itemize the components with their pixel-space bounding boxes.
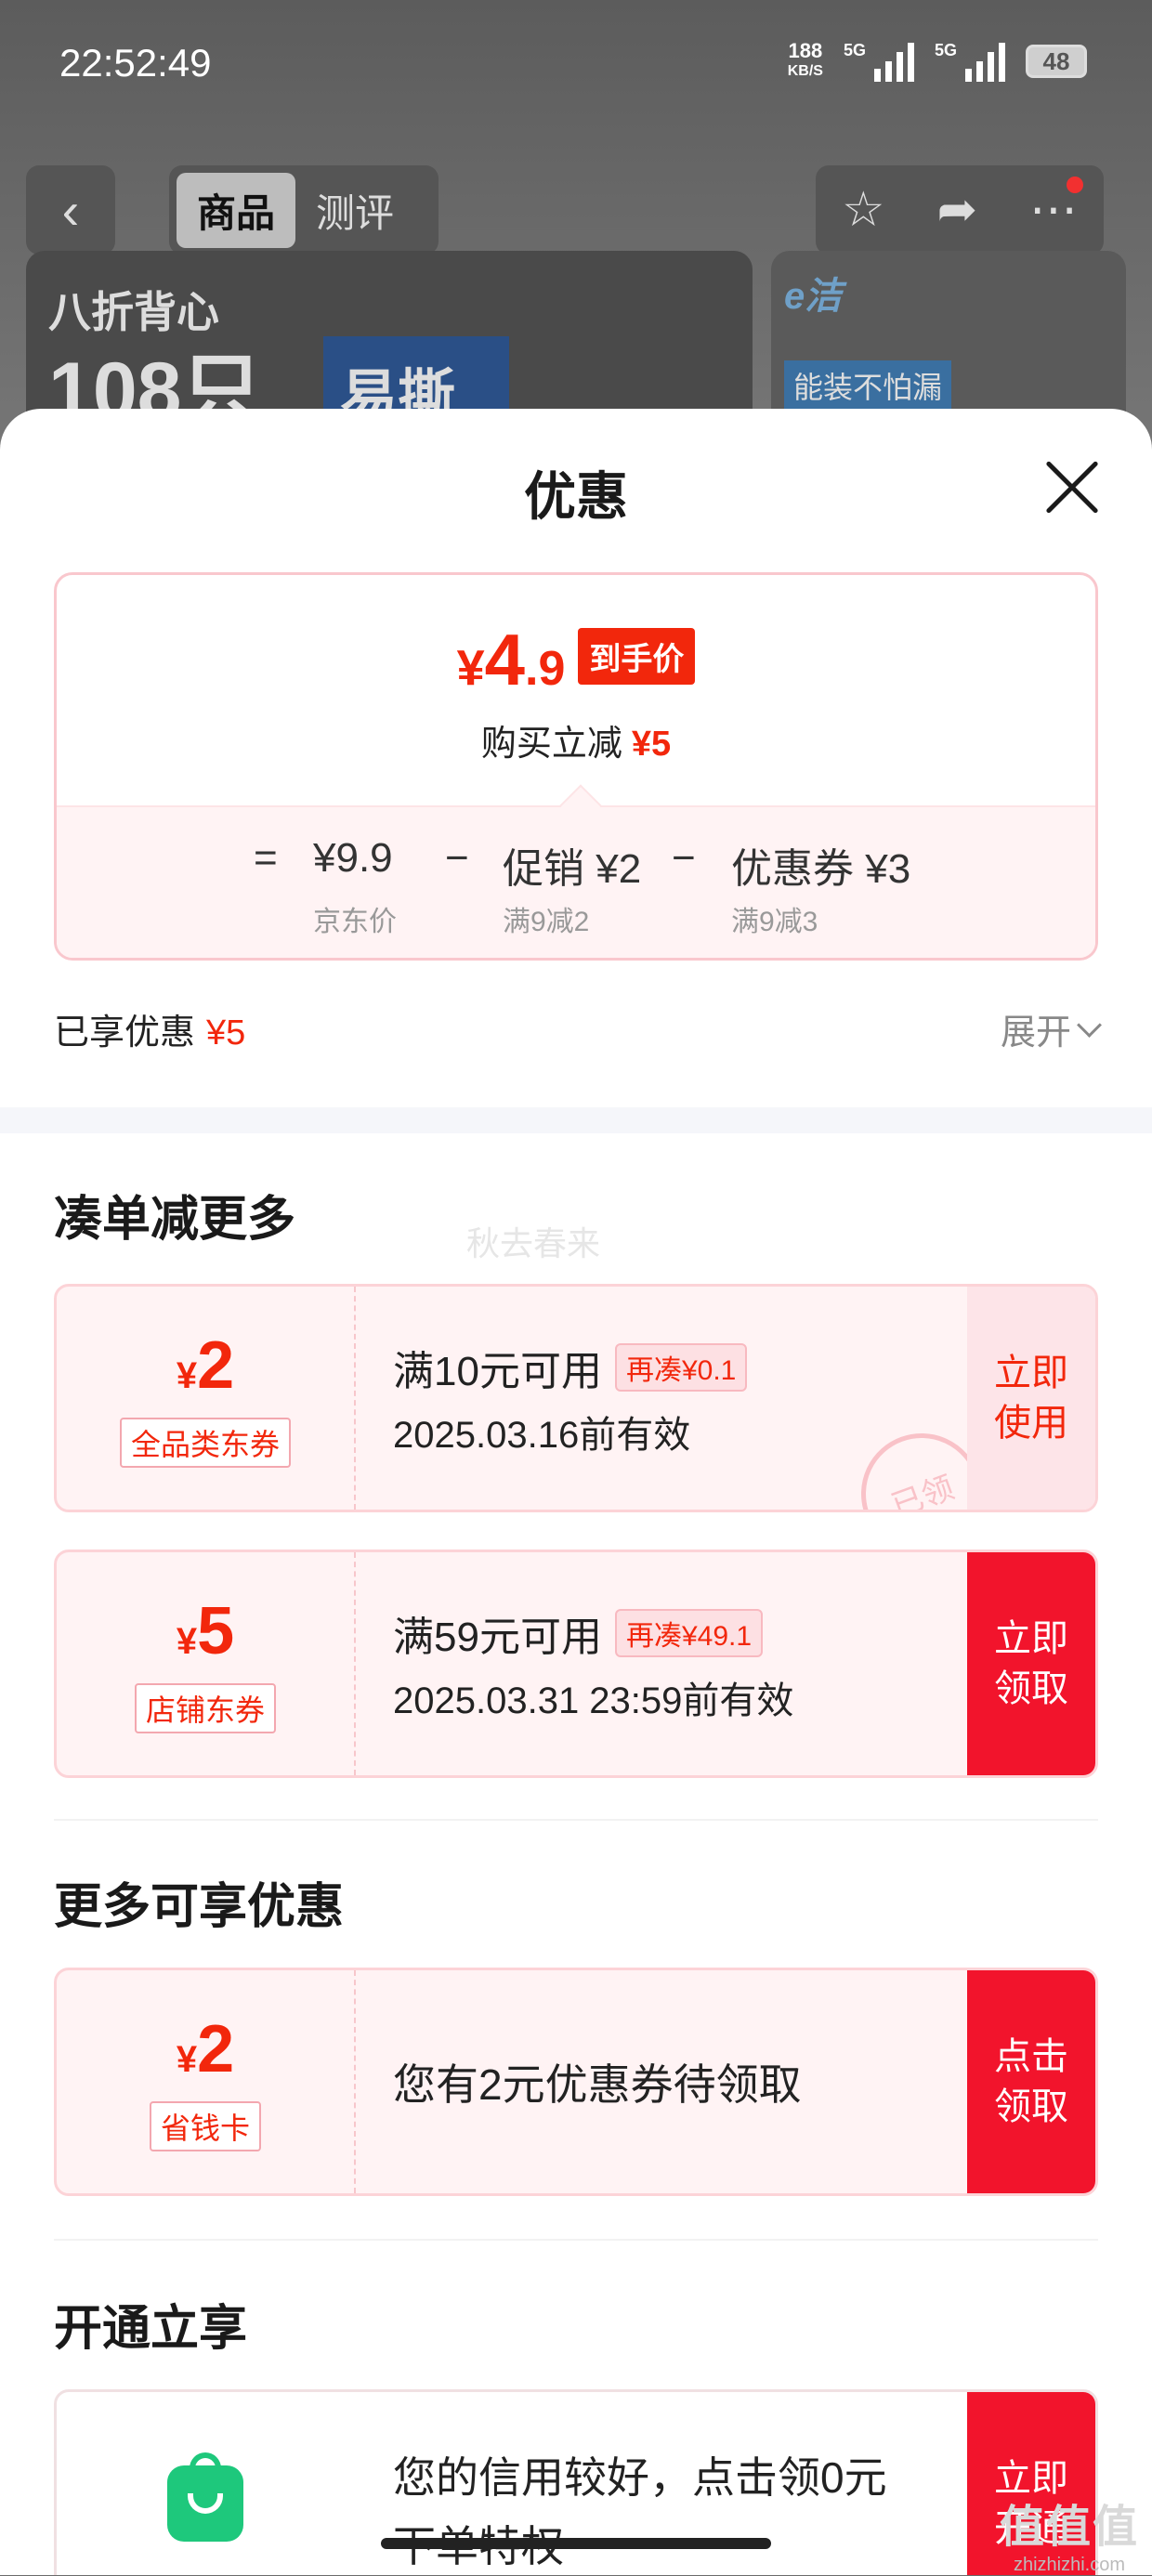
brand-logo: e洁 bbox=[784, 276, 843, 317]
use-now-button[interactable]: 立即 使用 bbox=[967, 1287, 1095, 1510]
coupon-info: 满59元可用 再凑¥49.1 2025.03.31 23:59前有效 bbox=[393, 1552, 793, 1775]
discount-sheet: 优惠 ¥4.9 到手价 购买立减 ¥5 = ¥9.9 京东价 − 促销 ¥2 满9… bbox=[0, 409, 1152, 2575]
coupon-amount: ¥2 bbox=[177, 1329, 234, 1412]
expand-label: 展开 bbox=[1000, 1013, 1071, 1053]
price-yen: ¥ bbox=[456, 640, 485, 696]
coupon-value: ¥2 全品类东券 bbox=[57, 1287, 356, 1510]
coupon-type: 店铺东券 bbox=[134, 1682, 276, 1733]
coupon-gap-pill: 再凑¥49.1 bbox=[614, 1609, 764, 1657]
section-title-more: 更多可享优惠 bbox=[54, 1880, 345, 1934]
section-gap bbox=[0, 1107, 1152, 1133]
coupon-condition-text: 满10元可用 bbox=[393, 1349, 602, 1394]
coupon-condition-text: 满59元可用 bbox=[393, 1615, 602, 1660]
breakdown-coupon-label: 满9减3 bbox=[731, 907, 818, 937]
home-indicator[interactable] bbox=[381, 2538, 771, 2549]
net-speed-value: 188 bbox=[788, 39, 823, 62]
coupon-type: 全品类东券 bbox=[119, 1417, 291, 1468]
signal-icon: 5G bbox=[844, 41, 914, 82]
coupon-amount: ¥5 bbox=[177, 1595, 234, 1678]
signal-icon: 5G bbox=[935, 41, 1005, 82]
coupon-expiry: 2025.03.31 23:59前有效 bbox=[393, 1680, 794, 1721]
chevron-left-icon: ‹ bbox=[61, 180, 80, 240]
price-integer: 4 bbox=[484, 619, 526, 700]
coupon-info: 您有2元优惠券待领取 bbox=[393, 1970, 802, 2193]
enjoyed-discount: 已享优惠 ¥5 bbox=[54, 1003, 245, 1054]
breakdown-jd-price: ¥9.9 bbox=[313, 835, 393, 881]
coupon-amount-number: 5 bbox=[197, 1593, 235, 1668]
coupon-amount: ¥2 bbox=[177, 2013, 234, 2096]
nav-actions: ☆ ➦ ⋯ bbox=[816, 165, 1104, 255]
coupon-type: 省钱卡 bbox=[149, 2100, 261, 2151]
nav-tabs: 商品 测评 bbox=[169, 165, 439, 255]
divider bbox=[54, 2239, 1098, 2241]
net-speed-unit: KB/S bbox=[787, 63, 823, 79]
section-title-bundle: 凑单减更多 bbox=[54, 1193, 296, 1247]
expand-button[interactable]: 展开 bbox=[1000, 1003, 1102, 1054]
more-icon[interactable]: ⋯ bbox=[1029, 177, 1083, 238]
instant-discount-value: ¥5 bbox=[631, 725, 672, 764]
status-bar-right: 188 KB/S 5G 5G 48 bbox=[788, 41, 1087, 82]
coupon-yen: ¥ bbox=[176, 1354, 198, 1396]
instant-discount: 购买立减 ¥5 bbox=[57, 714, 1095, 765]
coupon-yen: ¥ bbox=[176, 2038, 198, 2080]
site-watermark: 值值值 zhizhizhi.com bbox=[1000, 2490, 1139, 2576]
sheet-title: 优惠 bbox=[524, 467, 628, 526]
click-claim-button[interactable]: 点击 领取 bbox=[967, 1970, 1095, 2193]
section-title-open: 开通立享 bbox=[54, 2302, 248, 2356]
price-breakdown: = ¥9.9 京东价 − 促销 ¥2 满9减2 − 优惠券 ¥3 满9减3 bbox=[57, 805, 1095, 958]
coupon-condition: 满10元可用 再凑¥0.1 bbox=[393, 1338, 748, 1397]
coupon-card: ¥2 全品类东券 满10元可用 再凑¥0.1 2025.03.16前有效 已领 立… bbox=[54, 1284, 1098, 1512]
breakdown-jd-price-label: 京东价 bbox=[313, 907, 397, 937]
final-price: ¥4.9 到手价 bbox=[57, 623, 1095, 701]
saver-card-coupon: ¥2 省钱卡 您有2元优惠券待领取 点击 领取 bbox=[54, 1968, 1098, 2196]
coupon-value: ¥2 省钱卡 bbox=[57, 1970, 356, 2193]
coupon-amount-number: 2 bbox=[197, 2011, 235, 2086]
coupon-amount-number: 2 bbox=[197, 1327, 235, 1403]
net-speed: 188 KB/S bbox=[788, 41, 823, 82]
site-watermark-logo: 值值值 bbox=[999, 2503, 1139, 2552]
battery-icon: 48 bbox=[1026, 45, 1087, 78]
site-watermark-url: zhizhizhi.com bbox=[1013, 2555, 1126, 2575]
coupon-value: ¥5 店铺东券 bbox=[57, 1552, 356, 1775]
instant-discount-label: 购买立减 bbox=[480, 725, 622, 764]
claim-now-button[interactable]: 立即 领取 bbox=[967, 1552, 1095, 1775]
star-icon[interactable]: ☆ bbox=[842, 182, 885, 238]
price-decimal: .9 bbox=[525, 642, 566, 696]
close-icon[interactable] bbox=[1044, 459, 1100, 515]
shopping-bag-icon bbox=[167, 2452, 243, 2542]
user-watermark: 秋去春来 bbox=[466, 1224, 601, 1262]
coupon-yen: ¥ bbox=[176, 1620, 198, 1662]
coupon-condition: 满59元可用 再凑¥49.1 bbox=[393, 1603, 793, 1663]
breakdown-minus: − bbox=[445, 835, 469, 881]
enjoyed-label: 已享优惠 bbox=[54, 1013, 196, 1053]
breakdown-equals: = bbox=[254, 835, 278, 881]
tab-review[interactable]: 测评 bbox=[295, 173, 414, 248]
coupon-description: 您有2元优惠券待领取 bbox=[393, 2060, 802, 2109]
divider bbox=[54, 1819, 1098, 1821]
enjoyed-value: ¥5 bbox=[206, 1013, 246, 1053]
tab-product[interactable]: 商品 bbox=[177, 172, 296, 248]
breakdown-promo-label: 满9减2 bbox=[503, 907, 590, 937]
signal-label: 5G bbox=[934, 41, 957, 59]
final-price-value: ¥4.9 bbox=[456, 623, 566, 701]
breakdown-coupon: 优惠券 ¥3 bbox=[731, 846, 911, 892]
chevron-down-icon bbox=[1077, 1013, 1102, 1038]
status-time: 22:52:49 bbox=[59, 41, 212, 85]
coupon-info: 满10元可用 再凑¥0.1 2025.03.16前有效 bbox=[393, 1287, 748, 1510]
coupon-gap-pill: 再凑¥0.1 bbox=[614, 1343, 748, 1392]
back-button[interactable]: ‹ bbox=[26, 165, 115, 255]
breakdown-promo: 促销 ¥2 bbox=[503, 846, 642, 892]
final-price-badge: 到手价 bbox=[578, 628, 696, 685]
shop-icon-wrap bbox=[57, 2392, 354, 2575]
banner-tag: 能装不怕漏 bbox=[784, 360, 952, 411]
coupon-expiry: 2025.03.16前有效 bbox=[393, 1415, 691, 1456]
signal-label: 5G bbox=[843, 41, 866, 59]
share-icon[interactable]: ➦ bbox=[937, 182, 978, 238]
coupon-card: ¥5 店铺东券 满59元可用 再凑¥49.1 2025.03.31 23:59前有… bbox=[54, 1550, 1098, 1778]
price-card: ¥4.9 到手价 购买立减 ¥5 = ¥9.9 京东价 − 促销 ¥2 满9减2 … bbox=[54, 572, 1098, 961]
credit-desc-line1: 您的信用较好，点击领0元 bbox=[393, 2453, 887, 2502]
breakdown-minus: − bbox=[672, 835, 696, 881]
notification-dot bbox=[1067, 177, 1083, 193]
